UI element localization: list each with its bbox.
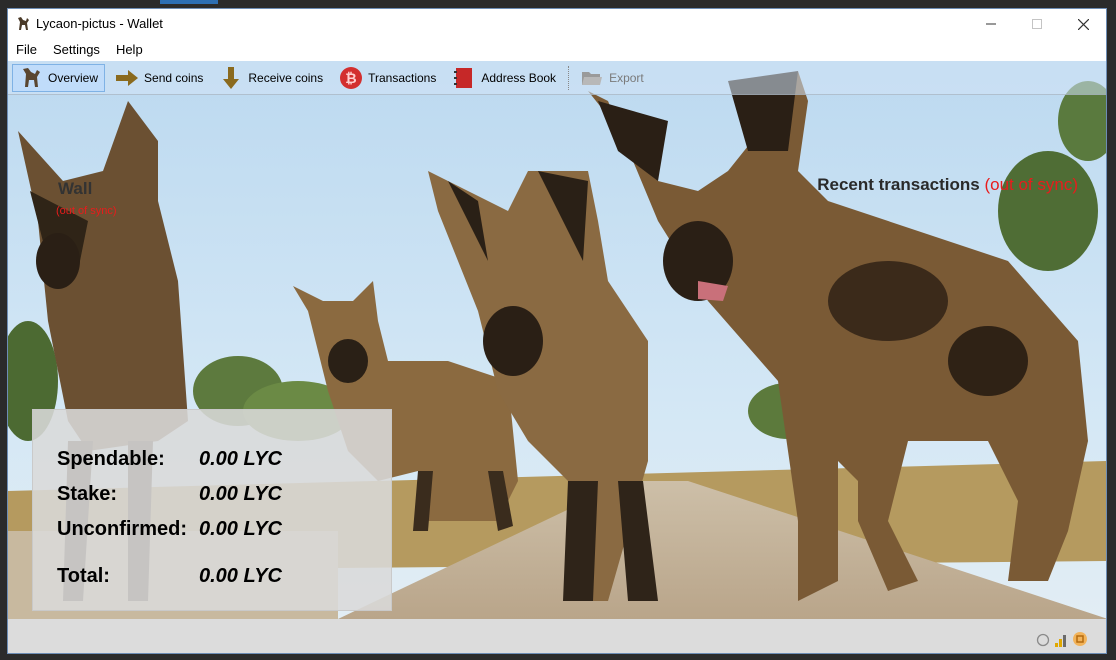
svg-text:₿: ₿ bbox=[345, 70, 356, 86]
address-book-label: Address Book bbox=[481, 70, 557, 85]
total-value: 0.00 LYC bbox=[199, 565, 282, 587]
balance-panel: Spendable: 0.00 LYC Stake: 0.00 LYC Unconf… bbox=[32, 409, 392, 611]
overview-tab[interactable]: Overview bbox=[12, 63, 106, 92]
staking-icon[interactable] bbox=[1072, 631, 1088, 647]
bitcoin-icon: ₿ bbox=[340, 66, 363, 89]
menu-bar: File Settings Help bbox=[8, 39, 1106, 61]
status-bar bbox=[8, 619, 1106, 653]
export-label: Export bbox=[609, 70, 644, 85]
connections-icon[interactable] bbox=[1054, 633, 1068, 647]
close-button[interactable] bbox=[1060, 9, 1106, 39]
unconfirmed-label: Unconfirmed: bbox=[57, 518, 187, 540]
arrow-right-icon bbox=[116, 69, 139, 86]
arrow-down-icon bbox=[223, 66, 240, 89]
taskbar-highlight bbox=[160, 0, 218, 4]
spendable-row: Spendable: 0.00 LYC bbox=[57, 448, 282, 471]
maximize-button[interactable] bbox=[1014, 9, 1060, 39]
recent-transactions-title: Recent transactions bbox=[817, 175, 980, 194]
recent-transactions-header: Recent transactions (out of sync) bbox=[817, 175, 1078, 195]
receive-coins-tab[interactable]: Receive coins bbox=[213, 64, 329, 92]
wild-dog-icon bbox=[23, 67, 40, 87]
wallet-window: Lycaon-pictus - Wallet File Settings Help bbox=[7, 8, 1107, 654]
spendable-value: 0.00 LYC bbox=[199, 448, 282, 470]
address-book-icon bbox=[454, 67, 473, 88]
title-bar[interactable]: Lycaon-pictus - Wallet bbox=[8, 9, 1106, 39]
overview-label: Overview bbox=[48, 70, 99, 85]
stake-label: Stake: bbox=[57, 483, 118, 505]
folder-export-icon bbox=[582, 71, 603, 85]
main-toolbar: Overview Send coins Receive coins ₿ Tran… bbox=[8, 61, 1106, 95]
total-label: Total: bbox=[57, 565, 110, 587]
stake-value: 0.00 LYC bbox=[199, 483, 282, 505]
send-coins-label: Send coins bbox=[144, 70, 204, 85]
wallet-sync-warning[interactable]: (out of sync) bbox=[56, 205, 117, 217]
menu-settings[interactable]: Settings bbox=[45, 39, 108, 57]
menu-file[interactable]: File bbox=[8, 39, 45, 57]
transactions-label: Transactions bbox=[368, 70, 437, 85]
send-coins-tab[interactable]: Send coins bbox=[109, 64, 209, 92]
export-button[interactable]: Export bbox=[574, 64, 650, 92]
total-row: Total: 0.00 LYC bbox=[57, 565, 282, 588]
close-icon bbox=[1077, 18, 1089, 30]
wallet-section-title: Wall bbox=[58, 179, 93, 198]
stake-row: Stake: 0.00 LYC bbox=[57, 483, 282, 506]
unconfirmed-value: 0.00 LYC bbox=[199, 518, 282, 540]
maximize-icon bbox=[1032, 19, 1042, 29]
transactions-sync-warning[interactable]: (out of sync) bbox=[984, 175, 1078, 194]
transactions-tab[interactable]: ₿ Transactions bbox=[333, 64, 442, 92]
receive-coins-label: Receive coins bbox=[248, 70, 324, 85]
wild-dog-app-icon bbox=[18, 17, 29, 30]
minimize-icon bbox=[986, 23, 996, 25]
sync-status-icon[interactable] bbox=[1036, 633, 1050, 647]
toolbar-separator bbox=[568, 65, 570, 90]
unconfirmed-row: Unconfirmed: 0.00 LYC bbox=[57, 518, 282, 541]
spendable-label: Spendable: bbox=[57, 448, 165, 470]
address-book-tab[interactable]: Address Book bbox=[446, 64, 562, 92]
menu-help[interactable]: Help bbox=[108, 39, 151, 57]
window-title: Lycaon-pictus - Wallet bbox=[36, 16, 163, 31]
overview-page: Wall (out of sync) Recent transactions (… bbox=[8, 61, 1106, 619]
minimize-button[interactable] bbox=[968, 9, 1014, 39]
